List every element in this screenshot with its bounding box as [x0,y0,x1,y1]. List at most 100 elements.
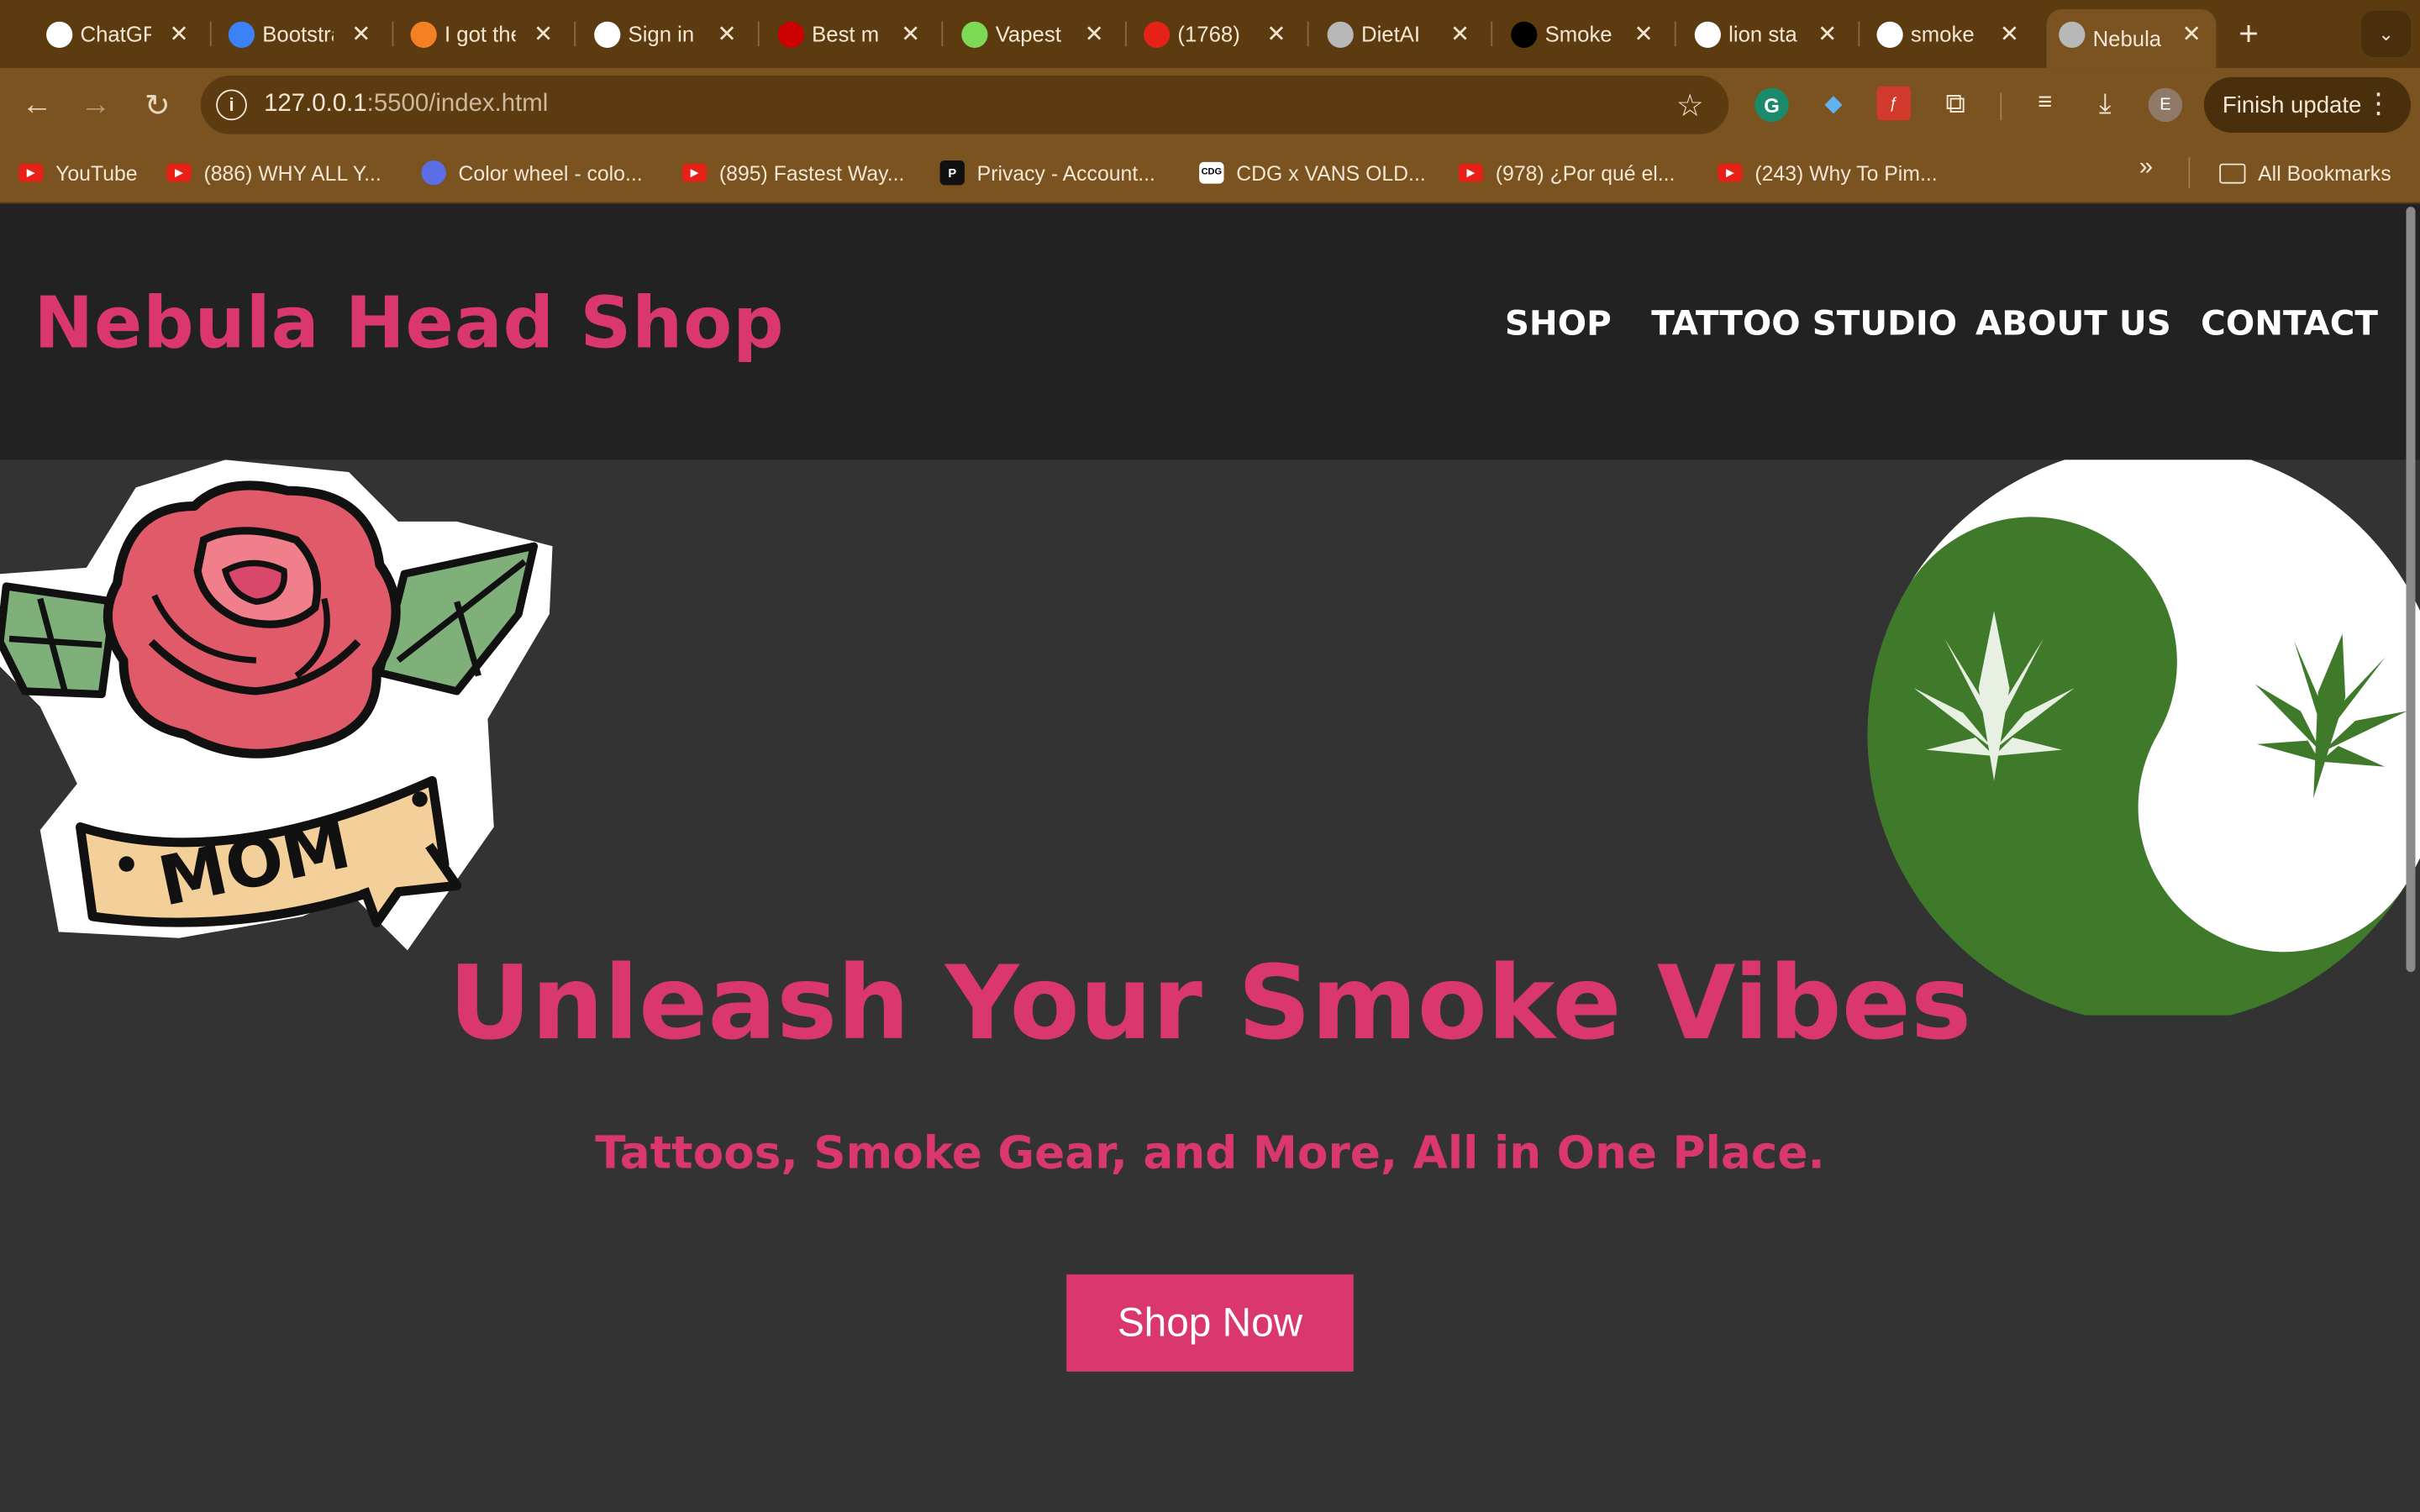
tab-title: Nebula [2092,26,2162,51]
close-icon[interactable]: ✕ [2176,18,2207,50]
close-icon[interactable]: ✕ [164,18,195,50]
google-icon [1876,21,1903,48]
scrollbar-thumb[interactable] [2406,207,2416,973]
chatgpt-icon [46,21,73,48]
x-icon [1511,21,1538,48]
close-icon[interactable]: ✕ [1079,18,1110,50]
tab-title: (1768) [1177,21,1240,47]
bookmark-item[interactable]: P Privacy - Account... [939,159,1155,186]
nav-tattoo-studio[interactable]: TATTOO STUDIO [1651,306,1957,344]
nav-shop[interactable]: SHOP [1505,306,1612,344]
browser-tab[interactable]: Nebula ✕ [2046,9,2217,68]
rose-tattoo-image: MOM [0,459,553,951]
bookmark-item[interactable]: Color wheel - colo... [421,159,643,186]
youtube-icon: ▶ [166,163,192,182]
tab-search-button[interactable]: ⌄ [2361,10,2411,57]
profile-avatar[interactable]: E [2148,87,2183,123]
bookmark-label: CDG x VANS OLD... [1236,160,1426,185]
youtube-icon: ▶ [1458,163,1484,182]
globe-icon [2059,21,2086,48]
bookmark-item[interactable]: ▶ (886) WHY ALL Y... [166,159,381,186]
browser-tab[interactable]: (1768) ✕ [1131,9,1301,59]
pdf-extension-icon[interactable]: ƒ [1876,86,1911,121]
back-icon[interactable]: ← [15,83,58,126]
page-scrollbar[interactable] [2402,203,2420,1512]
hero-subtitle: Tattoos, Smoke Gear, and More, All in On… [595,1126,1825,1179]
tab-title: ChatGPT [80,21,151,47]
tab-title: Smoke [1544,21,1612,47]
youtube-icon: ▶ [1718,163,1743,182]
close-icon[interactable]: ✕ [1261,18,1292,50]
bookmark-label: (886) WHY ALL Y... [203,160,381,185]
site-header: Nebula Head Shop SHOP TATTOO STUDIO ABOU… [0,203,2420,460]
close-icon[interactable]: ✕ [712,18,743,50]
browser-tab[interactable]: Sign in ✕ [581,9,751,59]
youtube-icon [1144,21,1171,48]
bookmark-item[interactable]: ▶ (243) Why To Pim... [1718,159,1938,186]
bookmark-item[interactable]: CDG CDG x VANS OLD... [1199,159,1426,186]
finish-update-label: Finish update [2222,92,2362,118]
browser-tab[interactable]: I got the ✕ [398,9,568,59]
reload-icon[interactable]: ↻ [136,83,179,126]
hero-title: Unleash Your Smoke Vibes [448,944,1972,1063]
tab-title: smoke [1910,21,1975,47]
forward-icon[interactable]: → [74,83,117,126]
nav-about-us[interactable]: ABOUT US [1975,306,2171,344]
bookmark-label: (895) Fastest Way... [718,160,905,185]
shop-now-button[interactable]: Shop Now [1066,1274,1354,1372]
close-icon[interactable]: ✕ [895,18,926,50]
reading-list-icon[interactable]: ≡ [2028,87,2061,120]
cdg-icon: CDG [1199,161,1224,184]
browser-tab[interactable]: ChatGPT ✕ [34,9,203,59]
site-info-icon[interactable]: i [216,89,247,121]
tab-title: Vapest [995,21,1061,47]
close-icon[interactable]: ✕ [528,18,559,50]
download-icon[interactable]: ⤓ [2088,87,2122,120]
close-icon[interactable]: ✕ [1628,18,1660,50]
bookmarks-overflow-icon[interactable]: » [2139,155,2153,182]
site-logo[interactable]: Nebula Head Shop [34,281,784,364]
url-text[interactable]: 127.0.0.1:5500/index.html [264,91,548,118]
grammarly-icon[interactable]: G [1754,87,1789,123]
bookmark-item[interactable]: ▶ (978) ¿Por qué el... [1458,159,1676,186]
new-tab-button[interactable]: + [2228,14,2269,53]
close-icon[interactable]: ✕ [345,18,376,50]
tab-title: DietAI [1361,21,1421,47]
nav-contact[interactable]: CONTACT [2201,306,2378,344]
bookmark-star-icon[interactable]: ☆ [1676,87,1704,125]
webpage: Nebula Head Shop SHOP TATTOO STUDIO ABOU… [0,203,2420,1512]
address-bar[interactable]: i 127.0.0.1:5500/index.html ☆ [200,76,1729,134]
bookmark-label: Color wheel - colo... [458,160,643,185]
vapestore-icon [961,21,988,48]
close-icon[interactable]: ✕ [1994,18,2025,50]
tab-title: Bootstrap [262,21,333,47]
close-icon[interactable]: ✕ [1444,18,1476,50]
kebab-menu-icon[interactable]: ⋮ [2365,88,2392,121]
bookmark-item[interactable]: ▶ (895) Fastest Way... [681,159,905,186]
canva-icon [421,160,446,186]
bookmark-item[interactable]: ▶ YouTube [18,159,138,186]
close-icon[interactable]: ✕ [1812,18,1843,50]
browser-tab[interactable]: Vapest ✕ [950,9,1119,59]
extensions-puzzle-icon[interactable]: ⧉ [1939,87,1972,120]
browser-tab[interactable]: smoke ✕ [1865,9,2034,59]
google-icon [1694,21,1721,48]
bookmark-label: (978) ¿Por qué el... [1495,160,1676,185]
bookmarks-bar: ▶ YouTube ▶ (886) WHY ALL Y... Color wheel -… [0,141,2420,204]
browser-tab[interactable]: Smoke ✕ [1498,9,1668,59]
bookmark-label: (243) Why To Pim... [1754,160,1938,185]
browser-tab[interactable]: DietAI ✕ [1315,9,1485,59]
privacy-icon: P [939,160,965,186]
gem-extension-icon[interactable]: ◆ [1817,87,1850,120]
finish-update-button[interactable]: Finish update ⋮ [2203,76,2411,133]
browser-tab[interactable]: lion sta ✕ [1682,9,1852,59]
youtube-icon: ▶ [18,163,44,182]
all-bookmarks-button[interactable]: All Bookmarks [2219,159,2391,186]
tab-title: Sign in [628,21,695,47]
youtube-icon: ▶ [681,163,708,182]
browser-tab[interactable]: Bootstrap ✕ [216,9,386,59]
yin-yang-leaf-image [1867,459,2420,1016]
browser-tab[interactable]: Best m ✕ [765,9,935,59]
google-icon [594,21,621,48]
bootstrap-icon [228,21,255,48]
